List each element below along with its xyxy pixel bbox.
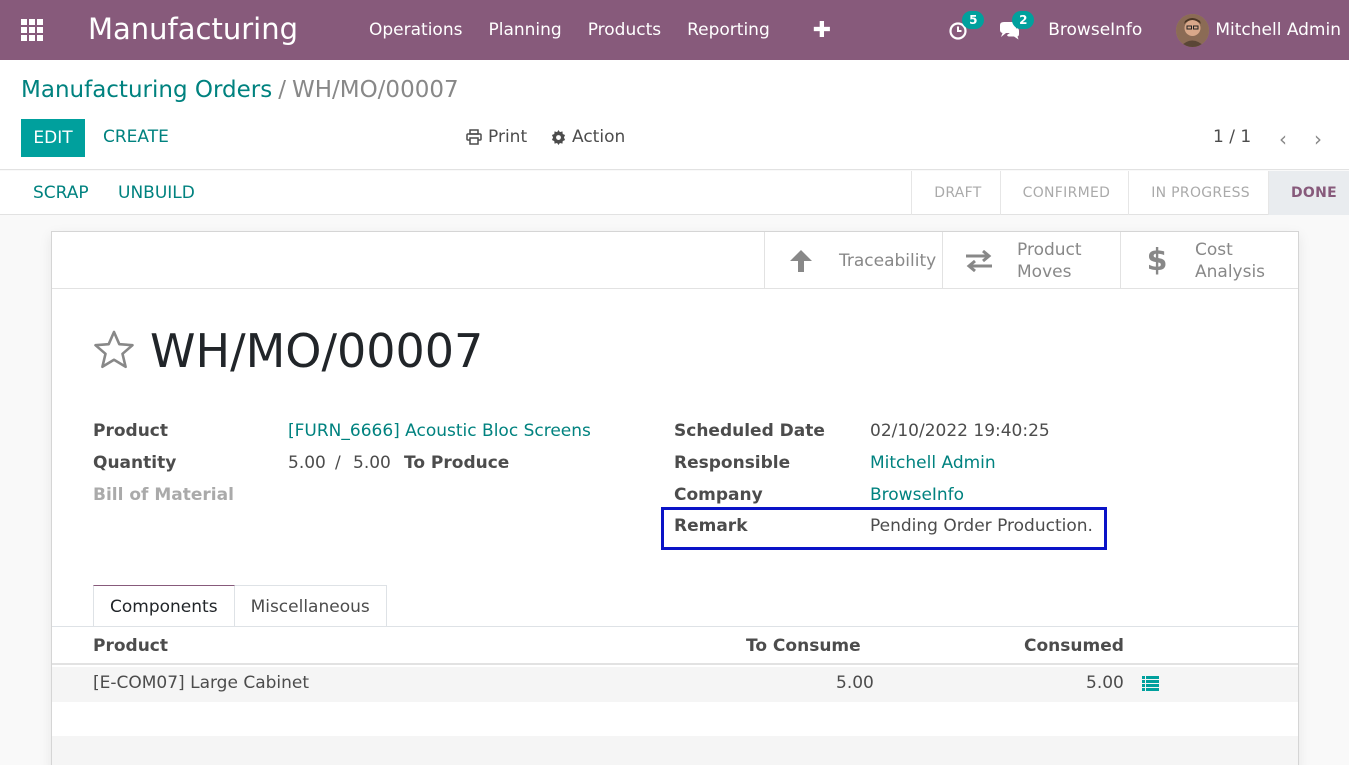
row-to-consume: 5.00 xyxy=(836,673,874,693)
company-label: Company xyxy=(674,485,763,505)
user-menu[interactable]: Mitchell Admin xyxy=(1215,20,1341,40)
product-moves-label-line2: Moves xyxy=(1017,261,1072,282)
arrow-up-icon xyxy=(781,248,821,274)
plus-icon[interactable]: ✚ xyxy=(783,18,851,43)
print-icon xyxy=(466,129,482,145)
menu-planning[interactable]: Planning xyxy=(475,20,574,40)
cost-analysis-label-line2: Analysis xyxy=(1195,261,1266,282)
quantity-total-value: 5.00 xyxy=(353,453,391,473)
company-switcher[interactable]: BrowseInfo xyxy=(1048,20,1142,40)
product-moves-label: Product Moves xyxy=(1017,239,1082,283)
components-table-header: Product To Consume Consumed xyxy=(52,627,1298,665)
app-brand[interactable]: Manufacturing xyxy=(88,12,298,46)
product-link[interactable]: [FURN_6666] Acoustic Bloc Screens xyxy=(288,421,591,441)
activity-clock-icon[interactable]: 5 xyxy=(948,11,985,42)
smart-button-box: Traceability Product Moves $ Cost Analys… xyxy=(52,232,1298,289)
unbuild-button[interactable]: UNBUILD xyxy=(118,183,195,203)
breadcrumb-current: WH/MO/00007 xyxy=(291,77,459,103)
product-moves-button[interactable]: Product Moves xyxy=(942,232,1120,289)
pager-value[interactable]: 1 / 1 xyxy=(1213,127,1251,147)
form-statusbar: SCRAP UNBUILD DRAFT CONFIRMED IN PROGRES… xyxy=(0,171,1349,215)
tab-components[interactable]: Components xyxy=(93,585,235,627)
breadcrumb: Manufacturing Orders / WH/MO/00007 xyxy=(21,77,459,103)
tab-miscellaneous[interactable]: Miscellaneous xyxy=(234,585,387,627)
messages-comments-icon[interactable]: 2 xyxy=(998,11,1035,42)
record-title: WH/MO/00007 xyxy=(150,324,484,378)
breadcrumb-parent-link[interactable]: Manufacturing Orders xyxy=(21,77,272,103)
stage-confirmed: CONFIRMED xyxy=(999,171,1129,215)
column-product[interactable]: Product xyxy=(93,636,168,656)
top-navbar: Manufacturing Operations Planning Produc… xyxy=(0,0,1349,60)
action-button[interactable]: Action xyxy=(551,127,625,147)
dollar-icon: $ xyxy=(1146,243,1168,278)
user-avatar[interactable] xyxy=(1176,13,1210,47)
form-sheet: Traceability Product Moves $ Cost Analys… xyxy=(51,231,1299,765)
print-button[interactable]: Print xyxy=(466,127,527,147)
menu-reporting[interactable]: Reporting xyxy=(674,20,783,40)
quantity-unit-label: To Produce xyxy=(404,453,510,473)
control-panel: Manufacturing Orders / WH/MO/00007 EDIT CR… xyxy=(0,60,1349,170)
column-to-consume[interactable]: To Consume xyxy=(746,636,861,656)
apps-grid-icon[interactable] xyxy=(21,19,45,41)
edit-button[interactable]: EDIT xyxy=(21,119,85,157)
stage-in-progress: IN PROGRESS xyxy=(1128,171,1268,215)
exchange-icon xyxy=(959,249,999,272)
table-row-empty xyxy=(52,702,1298,736)
action-label: Action xyxy=(572,127,626,147)
cost-analysis-label-line1: Cost xyxy=(1195,239,1233,260)
table-row[interactable]: [E-COM07] Large Cabinet 5.00 5.00 xyxy=(52,667,1298,702)
scrap-button[interactable]: SCRAP xyxy=(33,183,89,203)
product-moves-label-line1: Product xyxy=(1017,239,1082,260)
responsible-link[interactable]: Mitchell Admin xyxy=(870,453,996,473)
stage-done: DONE xyxy=(1267,171,1349,215)
menu-products[interactable]: Products xyxy=(575,20,674,40)
systray: 5 2 BrowseInfo Mitchell Admin xyxy=(948,0,1349,60)
pager-previous-icon[interactable]: ‹ xyxy=(1279,127,1287,151)
responsible-label: Responsible xyxy=(674,453,791,473)
scheduled-date-label: Scheduled Date xyxy=(674,421,825,441)
traceability-button[interactable]: Traceability xyxy=(764,232,942,289)
notebook-tabs: Components Miscellaneous xyxy=(93,585,387,627)
row-product: [E-COM07] Large Cabinet xyxy=(93,673,310,693)
row-consumed: 5.00 xyxy=(1086,673,1124,693)
cost-analysis-button[interactable]: $ Cost Analysis xyxy=(1120,232,1298,289)
scheduled-date-value: 02/10/2022 19:40:25 xyxy=(870,421,1050,441)
bom-label: Bill of Material xyxy=(93,485,234,505)
activity-count-badge: 5 xyxy=(962,11,985,29)
stage-draft: DRAFT xyxy=(911,171,999,215)
status-stages: DRAFT CONFIRMED IN PROGRESS DONE xyxy=(911,171,1349,215)
priority-star-icon[interactable] xyxy=(93,330,135,374)
cost-analysis-label: Cost Analysis xyxy=(1195,239,1265,283)
create-button[interactable]: CREATE xyxy=(103,127,169,147)
traceability-label: Traceability xyxy=(839,250,937,271)
quantity-produced-value: 5.00 xyxy=(288,453,326,473)
company-link[interactable]: BrowseInfo xyxy=(870,485,964,505)
quantity-label: Quantity xyxy=(93,453,177,473)
pager-next-icon[interactable]: › xyxy=(1314,127,1322,151)
detailed-operations-list-icon[interactable] xyxy=(1142,676,1159,696)
table-row-empty xyxy=(52,736,1298,765)
gear-icon xyxy=(551,129,566,145)
breadcrumb-separator: / xyxy=(278,77,286,103)
menu-operations[interactable]: Operations xyxy=(356,20,475,40)
print-label: Print xyxy=(488,127,528,147)
remark-label: Remark xyxy=(674,516,748,536)
main-menu: Operations Planning Products Reporting ✚ xyxy=(356,0,851,60)
quantity-separator: / xyxy=(335,453,341,473)
remark-value: Pending Order Production. xyxy=(870,516,1093,536)
column-consumed[interactable]: Consumed xyxy=(1024,636,1124,656)
messages-count-badge: 2 xyxy=(1012,11,1035,29)
product-label: Product xyxy=(93,421,168,441)
